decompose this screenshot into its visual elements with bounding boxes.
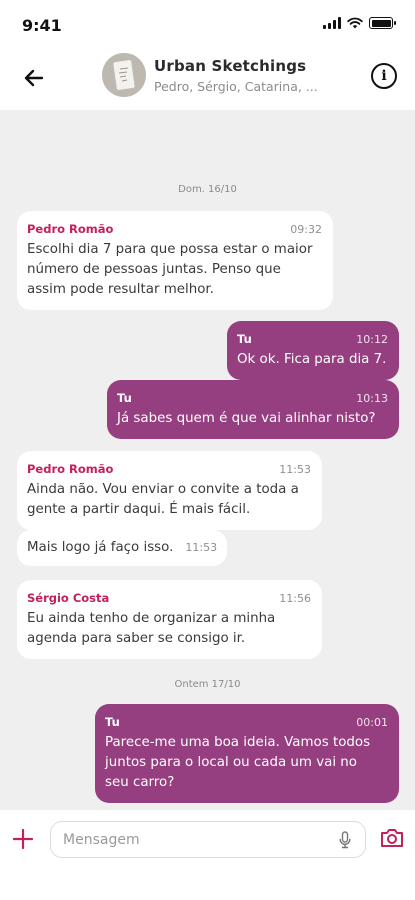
message-incoming[interactable]: Pedro Romão 09:32 Escolhi dia 7 para que… [17,211,333,310]
microphone-icon [339,830,351,848]
status-time: 9:41 [22,16,62,35]
message-text: Ok ok. Fica para dia 7. [237,352,387,367]
message-time: 11:53 [279,463,311,476]
message-outgoing[interactable]: Tu 00:01 Parece-me uma boa ideia. Vamos … [95,704,399,803]
message-sender: Tu [117,391,132,405]
battery-icon [369,17,396,29]
sketch-image-icon [102,53,146,97]
status-bar: 9:41 [0,0,415,48]
status-icons [323,17,396,29]
message-input[interactable] [63,831,337,848]
message-sender: Tu [105,715,120,729]
camera-button[interactable] [379,826,405,850]
add-attachment-button[interactable] [12,828,34,850]
microphone-button[interactable] [337,830,353,850]
group-members: Pedro, Sérgio, Catarina, ... [154,79,318,94]
message-text: Parece-me uma boa ideia. Vamos todos jun… [105,735,371,790]
message-text: Mais logo já faço isso. [27,540,174,555]
message-incoming[interactable]: Mais logo já faço isso. 11:53 [17,530,228,566]
message-sender: Sérgio Costa [27,591,110,605]
message-time: 10:12 [356,333,388,346]
message-input-box[interactable] [50,821,366,858]
message-outgoing[interactable]: Tu 10:13 Já sabes quem é que vai alinhar… [107,380,399,439]
group-name[interactable]: Urban Sketchings [154,57,306,75]
message-text: Ainda não. Vou enviar o convite a toda a… [27,482,299,517]
date-separator: Dom. 16/10 [178,184,237,195]
chat-messages[interactable]: Dom. 16/10 Pedro Romão 09:32 Escolhi dia… [0,110,415,810]
message-text: Eu ainda tenho de organizar a minha agen… [27,611,276,646]
signal-icon [323,17,341,29]
message-composer [0,810,415,900]
message-text: Escolhi dia 7 para que possa estar o mai… [27,242,313,297]
message-time: 10:13 [356,392,388,405]
group-avatar[interactable] [102,53,146,97]
message-sender: Pedro Romão [27,462,114,476]
message-incoming[interactable]: Pedro Romão 11:53 Ainda não. Vou enviar … [17,451,322,530]
message-time: 11:53 [185,541,218,554]
plus-icon [12,828,34,850]
message-incoming[interactable]: Sérgio Costa 11:56 Eu ainda tenho de org… [17,580,322,659]
message-sender: Tu [237,332,252,346]
message-time: 00:01 [356,716,388,729]
message-time: 09:32 [290,223,322,236]
message-time: 11:56 [279,592,311,605]
date-separator: Ontem 17/10 [174,679,241,690]
wifi-icon [347,17,363,29]
info-icon: i [381,68,387,84]
arrow-left-icon [24,69,44,87]
chat-header: Urban Sketchings Pedro, Sérgio, Catarina… [0,48,415,110]
info-button[interactable]: i [371,63,397,89]
back-button[interactable] [22,66,46,90]
message-sender: Pedro Romão [27,222,114,236]
message-outgoing[interactable]: Tu 10:12 Ok ok. Fica para dia 7. [227,321,399,380]
camera-icon [381,829,403,847]
message-text: Já sabes quem é que vai alinhar nisto? [117,411,376,426]
